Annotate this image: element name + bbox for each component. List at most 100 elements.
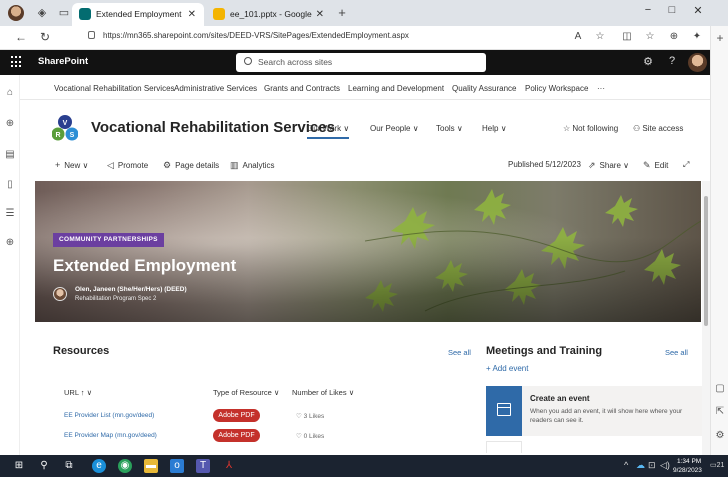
hub-item-vrs[interactable]: Vocational Rehabilitation Services: [54, 84, 175, 93]
follow-button[interactable]: ☆ Not following: [563, 124, 618, 133]
author-avatar[interactable]: [53, 287, 67, 301]
hub-item-quality[interactable]: Quality Assurance: [452, 84, 516, 93]
topic-tag[interactable]: COMMUNITY PARTNERSHIPS: [53, 233, 164, 247]
search-icon[interactable]: ⚲: [37, 459, 51, 473]
minimize-button[interactable]: −: [640, 4, 656, 16]
onedrive-icon[interactable]: ☁: [636, 460, 645, 471]
network-icon[interactable]: ⊡: [648, 460, 656, 471]
promote-button[interactable]: ◁ Promote: [107, 160, 148, 171]
favorites-icon[interactable]: ☆: [643, 31, 657, 42]
hub-more-button[interactable]: ···: [597, 84, 605, 93]
close-window-button[interactable]: ✕: [690, 4, 706, 17]
windows-start-icon[interactable]: ⊞: [12, 459, 26, 473]
user-avatar[interactable]: [688, 53, 707, 72]
sidebar-settings-icon[interactable]: ⚙: [714, 430, 726, 441]
scrollbar-thumb[interactable]: [704, 196, 708, 326]
tab-extended-employment[interactable]: Extended Employment ✕: [72, 3, 204, 26]
add-sidebar-icon[interactable]: +: [714, 31, 726, 45]
share-button[interactable]: ⇗ Share ∨: [588, 160, 629, 171]
teams-icon[interactable]: T: [196, 459, 210, 473]
edit-button[interactable]: ✎ Edit: [643, 160, 668, 171]
notification-center[interactable]: ▭21: [710, 461, 724, 469]
refresh-icon[interactable]: ↻: [38, 30, 52, 44]
outlook-icon[interactable]: o: [170, 459, 184, 473]
lock-icon: [88, 31, 95, 39]
nav-tools[interactable]: Tools ∨: [436, 124, 463, 133]
sidebar-external-icon[interactable]: ⇱: [714, 406, 726, 417]
address-field[interactable]: https://mn365.sharepoint.com/sites/DEED-…: [88, 31, 409, 40]
collections-icon[interactable]: ⊕: [667, 31, 681, 42]
files-icon[interactable]: ▯: [4, 179, 16, 191]
read-aloud-icon[interactable]: A: [571, 31, 585, 42]
hub-item-learning[interactable]: Learning and Development: [348, 84, 444, 93]
meetings-see-all-link[interactable]: See all: [665, 348, 688, 357]
resource-likes[interactable]: ♡ 0 Likes: [296, 432, 324, 440]
taskbar-date[interactable]: 9/28/2023: [673, 467, 702, 474]
resource-likes[interactable]: ♡ 3 Likes: [296, 412, 324, 420]
help-icon[interactable]: ?: [665, 55, 679, 67]
hub-item-administrative[interactable]: Administrative Services: [174, 84, 257, 93]
maximize-button[interactable]: □: [664, 4, 680, 16]
add-event-button[interactable]: + Add event: [486, 364, 528, 373]
lists-icon[interactable]: ☰: [4, 208, 16, 220]
create-icon[interactable]: ⊕: [4, 237, 16, 249]
create-event-card[interactable]: Create an event When you add an event, i…: [486, 386, 704, 436]
resource-link[interactable]: EE Provider Map (mn.gov/deed): [64, 432, 157, 439]
column-header-type[interactable]: Type of Resource ∨: [213, 388, 279, 397]
column-header-url[interactable]: URL ↑ ∨: [64, 388, 92, 397]
new-tab-button[interactable]: +: [335, 6, 349, 20]
news-icon[interactable]: ▤: [4, 149, 16, 161]
author-name[interactable]: Olen, Janeen (She/Her/Hers) (DEED): [75, 286, 187, 293]
suite-bar: SharePoint Search across sites ⚙ ?: [0, 50, 710, 75]
resources-see-all-link[interactable]: See all: [448, 348, 471, 357]
edit-label: Edit: [654, 161, 669, 170]
tab-google-slides[interactable]: ee_101.pptx - Google Slides ✕: [206, 3, 332, 42]
new-button[interactable]: + New ∨: [55, 160, 88, 170]
create-event-title: Create an event: [530, 394, 590, 403]
sidebar-window-icon[interactable]: ▢: [714, 383, 726, 394]
search-input[interactable]: Search across sites: [236, 53, 486, 72]
megaphone-icon: ◁: [107, 160, 114, 170]
page-details-button[interactable]: ⚙ Page details: [163, 160, 219, 171]
split-screen-icon[interactable]: ◫: [620, 31, 634, 42]
app-launcher-icon[interactable]: [11, 56, 23, 68]
address-bar-row: ← ↻ https://mn365.sharepoint.com/sites/D…: [0, 26, 728, 50]
site-logo[interactable]: V R S: [52, 113, 78, 143]
resource-link[interactable]: EE Provider List (mn.gov/deed): [64, 412, 154, 419]
back-arrow-icon[interactable]: ←: [14, 30, 28, 44]
close-tab-icon[interactable]: ✕: [316, 3, 324, 26]
volume-icon[interactable]: ◁): [660, 460, 670, 471]
browser-profile-avatar[interactable]: [8, 5, 24, 21]
tab-title: Extended Employment: [96, 9, 182, 19]
nav-help[interactable]: Help ∨: [482, 124, 507, 133]
nav-our-people[interactable]: Our People ∨: [370, 124, 419, 133]
chevron-down-icon: ∨: [82, 161, 89, 170]
home-icon[interactable]: ⌂: [4, 87, 16, 99]
extensions-icon[interactable]: ✦: [690, 31, 704, 42]
hub-item-grants[interactable]: Grants and Contracts: [264, 84, 340, 93]
hub-item-policy[interactable]: Policy Workspace: [525, 84, 588, 93]
edge-browser-icon[interactable]: e: [92, 459, 106, 473]
acrobat-icon[interactable]: ⅄: [222, 459, 236, 473]
settings-gear-icon[interactable]: ⚙: [641, 55, 655, 68]
chrome-browser-icon[interactable]: ◉: [118, 459, 132, 473]
slides-favicon-icon: [213, 8, 225, 20]
taskbar-time[interactable]: 1:34 PM: [677, 458, 701, 465]
likes-count: 3 Likes: [303, 413, 325, 420]
analytics-button[interactable]: ▥ Analytics: [230, 160, 275, 171]
expand-icon[interactable]: ⤢: [683, 160, 689, 170]
sharepoint-brand[interactable]: SharePoint: [38, 56, 88, 67]
tab-actions-icon[interactable]: ▭: [57, 6, 71, 20]
column-header-likes[interactable]: Number of Likes ∨: [292, 388, 354, 397]
nav-our-work[interactable]: Our Work ∨: [307, 124, 350, 139]
task-view-icon[interactable]: ⧉: [62, 459, 76, 473]
file-explorer-icon[interactable]: ▬: [144, 459, 158, 473]
sharepoint-app-bar: ⌂ ⊕ ▤ ▯ ☰ ⊕: [0, 75, 20, 455]
close-tab-icon[interactable]: ✕: [188, 3, 196, 26]
show-hidden-icons[interactable]: ^: [624, 460, 628, 470]
globe-icon[interactable]: ⊕: [4, 118, 16, 130]
site-access-button[interactable]: ⚇ Site access: [633, 124, 683, 133]
workspaces-icon[interactable]: ◈: [35, 6, 49, 20]
favorite-star-icon[interactable]: ☆: [593, 31, 607, 42]
site-title[interactable]: Vocational Rehabilitation Services: [91, 119, 335, 136]
